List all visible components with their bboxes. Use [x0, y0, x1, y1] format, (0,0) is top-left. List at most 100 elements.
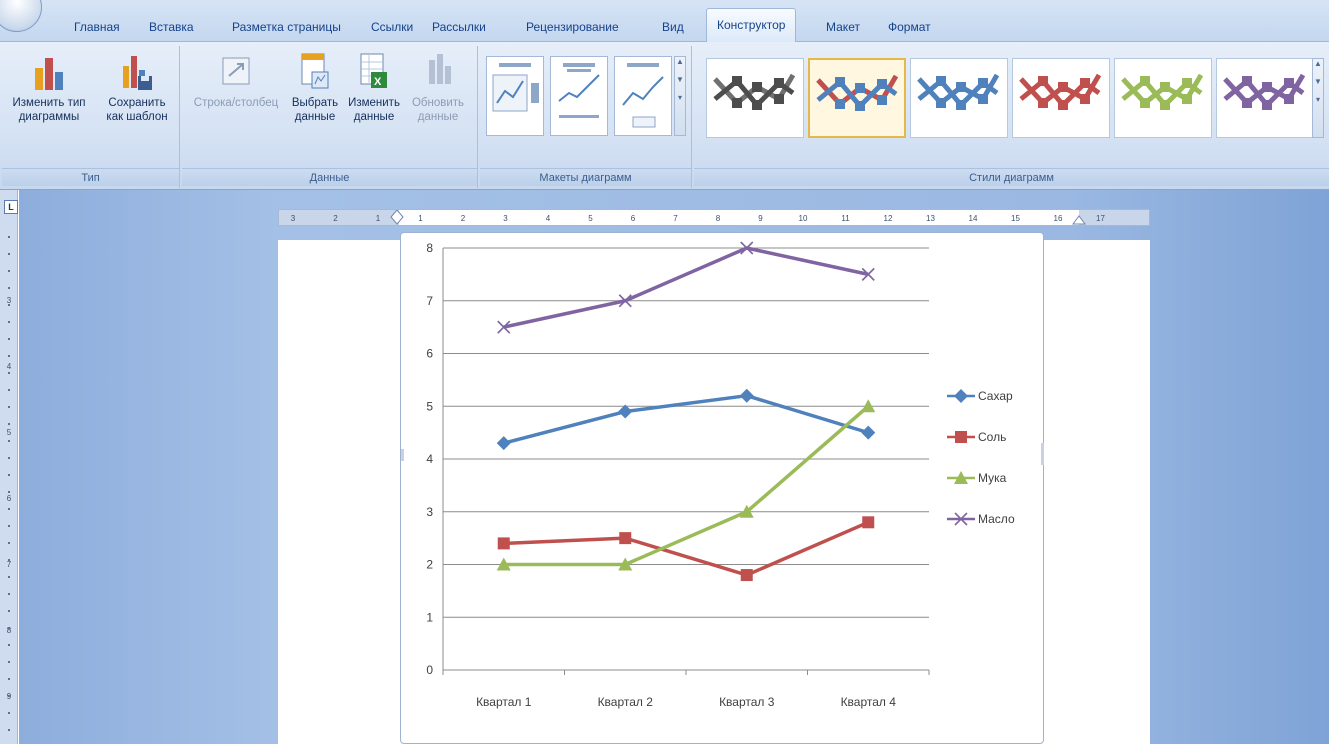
ruler-tick: [8, 593, 10, 595]
ruler-h-label: 17: [1096, 214, 1105, 223]
ruler-tick: [8, 338, 10, 340]
ribbon-tab-bar: Главная Вставка Разметка страницы Ссылки…: [0, 0, 1329, 42]
ruler-h-label: 2: [333, 214, 338, 223]
tab-references[interactable]: Ссылки: [367, 14, 417, 40]
resize-handle-left[interactable]: [401, 449, 404, 461]
refresh-data-button[interactable]: Обновить данные: [408, 52, 468, 124]
ribbon: Изменить тип диаграммы Сохранить как шаб…: [0, 42, 1329, 190]
chart-layout-3-icon: [622, 63, 664, 128]
ruler-tick: [8, 644, 10, 646]
tab-review[interactable]: Рецензирование: [522, 14, 623, 40]
resize-handle-right[interactable]: [1041, 443, 1044, 465]
ruler-tick: [8, 610, 10, 612]
edit-data-icon: X: [360, 53, 387, 88]
ruler-tick: [8, 729, 10, 731]
right-indent-marker[interactable]: [1072, 215, 1086, 225]
ruler-v-label: 7: [7, 560, 12, 569]
select-data-button[interactable]: Выбрать данные: [286, 52, 344, 124]
chart-style-2[interactable]: [808, 58, 906, 138]
tab-view[interactable]: Вид: [658, 14, 688, 40]
ruler-h-label: 4: [546, 214, 551, 223]
svg-text:X: X: [374, 76, 382, 88]
ruler-h-label: 3: [291, 214, 296, 223]
group-chart-layouts-label: Макеты диаграмм: [480, 168, 691, 186]
data-point: [861, 425, 876, 440]
data-point: [497, 537, 510, 550]
y-tick-label: 4: [426, 452, 433, 466]
ruler-tick: [8, 576, 10, 578]
ruler-tick: [8, 270, 10, 272]
chart-style-6[interactable]: [1216, 58, 1314, 138]
vertical-ruler-scale: 3456789: [7, 236, 12, 731]
legend-label: Сахар: [978, 389, 1013, 403]
ruler-v-label: 3: [7, 296, 12, 305]
ruler-h-label: 8: [716, 214, 721, 223]
ruler-tick: [8, 321, 10, 323]
group-chart-styles: ▲ ▼ ▾ Стили диаграмм: [694, 46, 1329, 188]
indent-marker[interactable]: [390, 210, 404, 225]
ruler-h-label: 1: [376, 214, 381, 223]
x-tick-label: Квартал 2: [598, 695, 654, 709]
ruler-tick: [8, 389, 10, 391]
chart-style-4-icon: [1019, 73, 1102, 110]
ruler-tick: [8, 508, 10, 510]
tab-mailings[interactable]: Рассылки: [428, 14, 490, 40]
chart-type-icon: [35, 58, 63, 90]
ruler-tick: [8, 372, 10, 374]
ruler-h-label: 6: [631, 214, 636, 223]
chart-layout-2[interactable]: [550, 56, 608, 136]
select-data-icon: [301, 53, 329, 89]
chart-layout-1[interactable]: [486, 56, 544, 136]
layouts-gallery-scroll[interactable]: ▲ ▼ ▾: [674, 56, 686, 136]
series-line: [503, 246, 869, 329]
ruler-tick: [8, 661, 10, 663]
chart-style-1[interactable]: [706, 58, 804, 138]
y-tick-label: 2: [426, 558, 433, 572]
x-tick-label: Квартал 1: [476, 695, 532, 709]
tab-chart-layout[interactable]: Макет: [822, 14, 864, 40]
ruler-tick: [8, 678, 10, 680]
series-line: [503, 393, 869, 445]
y-tick-label: 8: [426, 241, 433, 255]
tab-insert[interactable]: Вставка: [145, 14, 198, 40]
chart-style-2-icon: [816, 74, 899, 111]
group-type: Изменить тип диаграммы Сохранить как шаб…: [2, 46, 180, 188]
tab-page-layout[interactable]: Разметка страницы: [228, 14, 345, 40]
group-type-label: Тип: [2, 168, 179, 186]
ruler-tick: [8, 423, 10, 425]
ruler-tick: [8, 355, 10, 357]
horizontal-ruler-scale: 3 2 1 1 2 3 4 5 6 7 8 9 10 11 12 13 14 15 16 17: [291, 210, 1105, 225]
switch-row-column-button[interactable]: Строка/столбец: [186, 52, 286, 110]
ruler-tick: [8, 440, 10, 442]
group-chart-styles-label: Стили диаграмм: [694, 168, 1329, 186]
chart-style-5[interactable]: [1114, 58, 1212, 138]
line-chart: 0 1 2 3 4 5 6 7 8 Квартал 1 Квартал 2 Квартал 3 Квар…: [401, 241, 1044, 709]
save-as-template-button[interactable]: Сохранить как шаблон: [102, 52, 172, 124]
ruler-tick: [8, 559, 10, 561]
data-point: [862, 516, 875, 529]
tab-home[interactable]: Главная: [70, 14, 124, 40]
tab-chart-design[interactable]: Конструктор: [706, 8, 797, 42]
x-tick-label: Квартал 4: [841, 695, 897, 709]
save-template-icon: [123, 56, 152, 90]
change-chart-type-button[interactable]: Изменить тип диаграммы: [8, 52, 90, 124]
tab-chart-format[interactable]: Формат: [884, 14, 935, 40]
ruler-tick: [8, 712, 10, 714]
ruler-h-label: 5: [588, 214, 593, 223]
chart-style-3[interactable]: [910, 58, 1008, 138]
ruler-tick: [8, 287, 10, 289]
legend-label: Масло: [978, 512, 1015, 526]
ruler-tick: [8, 304, 10, 306]
ruler-tick: [8, 627, 10, 629]
chart-area[interactable]: 0 1 2 3 4 5 6 7 8 Квартал 1 Квартал 2 Квартал 3 Квар…: [400, 232, 1044, 744]
ruler-h-label: 2: [461, 214, 466, 223]
ruler-v-label: 6: [7, 494, 12, 503]
office-button[interactable]: [0, 0, 42, 32]
legend-label: Мука: [978, 471, 1007, 485]
chart-layout-3[interactable]: [614, 56, 672, 136]
styles-gallery-scroll[interactable]: ▲ ▼ ▾: [1312, 58, 1324, 138]
chart-style-1-icon: [713, 73, 796, 110]
edit-data-button[interactable]: X Изменить данные: [342, 52, 406, 124]
ruler-h-label: 1: [418, 214, 423, 223]
chart-style-4[interactable]: [1012, 58, 1110, 138]
